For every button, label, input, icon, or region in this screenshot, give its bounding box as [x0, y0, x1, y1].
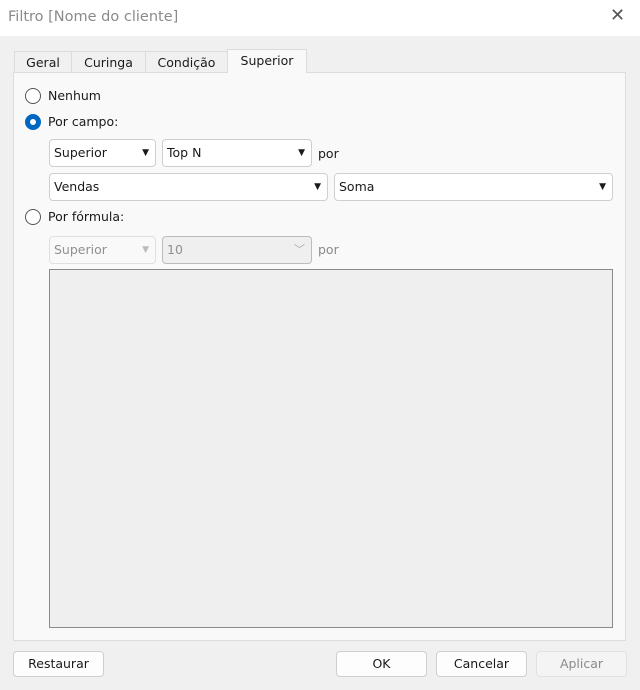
ok-button[interactable]: OK [336, 651, 427, 677]
window-title: Filtro [Nome do cliente] [8, 9, 179, 25]
formula-value-combobox[interactable]: 10 ﹀ [162, 236, 312, 264]
formula-textarea[interactable] [49, 269, 613, 628]
radio-by-formula[interactable] [25, 209, 41, 225]
dropdown-arrow-icon: ▼ [314, 182, 321, 192]
aggregation-dropdown[interactable]: Soma ▼ [334, 173, 613, 201]
formula-direction-value: Superior [54, 242, 107, 257]
formula-value: 10 [167, 242, 183, 257]
tab-geral[interactable]: Geral [14, 51, 72, 73]
close-icon[interactable]: ✕ [610, 5, 625, 26]
radio-none[interactable] [25, 88, 41, 104]
aggregation-value: Soma [339, 179, 375, 194]
mode-dropdown[interactable]: Top N ▼ [162, 139, 312, 167]
radio-none-label: Nenhum [48, 88, 101, 103]
mode-value: Top N [167, 145, 202, 160]
cancel-button[interactable]: Cancelar [436, 651, 527, 677]
radio-by-field-label: Por campo: [48, 114, 119, 129]
dropdown-arrow-icon: ▼ [298, 148, 305, 158]
tab-superior[interactable]: Superior [227, 49, 307, 73]
apply-button[interactable]: Aplicar [536, 651, 627, 677]
formula-por-label: por [318, 242, 339, 257]
tab-condicao[interactable]: Condição [145, 51, 228, 73]
por-label: por [318, 146, 339, 161]
radio-by-formula-label: Por fórmula: [48, 209, 125, 224]
direction-value: Superior [54, 145, 107, 160]
direction-dropdown[interactable]: Superior ▼ [49, 139, 156, 167]
chevron-down-icon: ﹀ [294, 243, 305, 256]
tab-curinga[interactable]: Curinga [71, 51, 146, 73]
field-dropdown[interactable]: Vendas ▼ [49, 173, 328, 201]
field-value: Vendas [54, 179, 100, 194]
dropdown-arrow-icon: ▼ [142, 148, 149, 158]
dropdown-arrow-icon: ▼ [142, 245, 149, 255]
formula-direction-dropdown[interactable]: Superior ▼ [49, 236, 156, 264]
radio-by-field[interactable] [25, 114, 41, 130]
reset-button[interactable]: Restaurar [13, 651, 104, 677]
dropdown-arrow-icon: ▼ [599, 182, 606, 192]
